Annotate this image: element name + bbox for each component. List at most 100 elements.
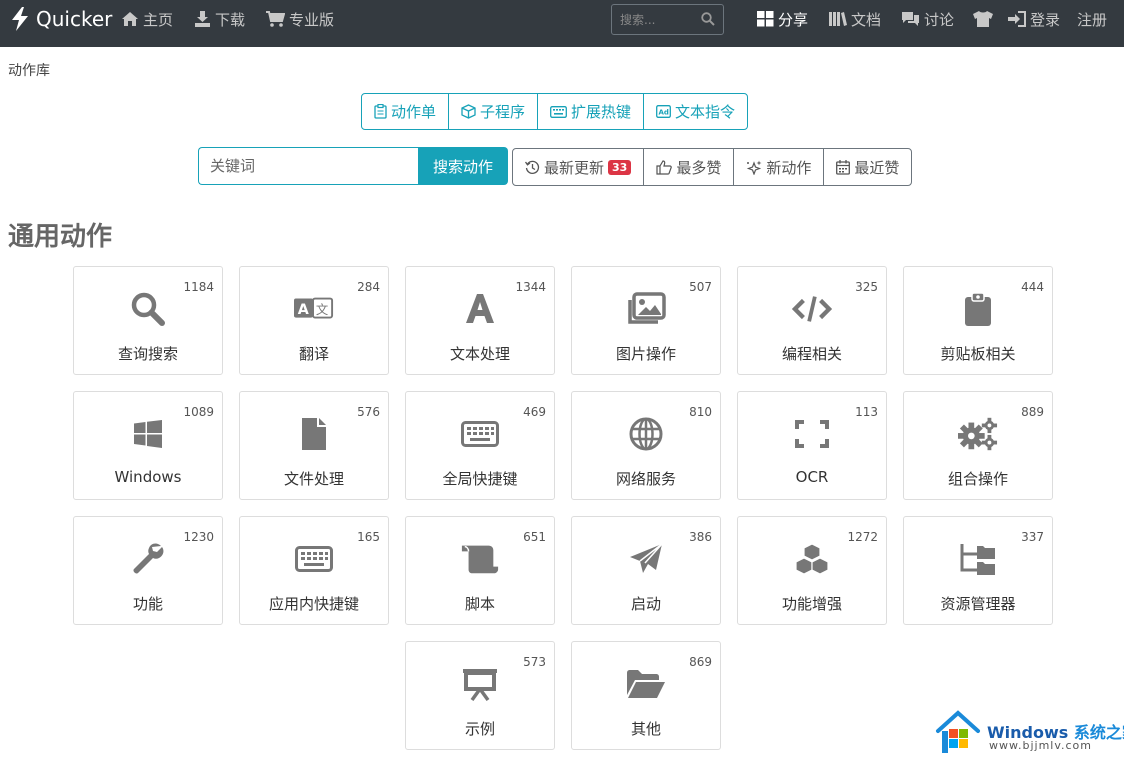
category-card[interactable]: 284 A文 翻译 bbox=[239, 266, 389, 375]
category-card[interactable]: 165 应用内快捷键 bbox=[239, 516, 389, 625]
category-label: 编程相关 bbox=[781, 345, 842, 363]
globe-icon bbox=[626, 414, 666, 454]
nav-search[interactable] bbox=[611, 4, 724, 35]
category-card[interactable]: 576 文件处理 bbox=[239, 391, 389, 500]
house-logo-icon bbox=[936, 710, 980, 753]
category-label: 图片操作 bbox=[615, 345, 676, 363]
category-label: 其他 bbox=[630, 720, 661, 738]
brand[interactable]: Quicker bbox=[10, 0, 112, 38]
tab-text-command[interactable]: Ad 文本指令 bbox=[644, 94, 747, 129]
category-card[interactable]: 1344 文本处理 bbox=[405, 266, 555, 375]
action-count: 113 bbox=[855, 405, 878, 419]
home-icon bbox=[122, 12, 138, 26]
watermark-url: www.bjjmlv.com bbox=[989, 739, 1092, 752]
action-count: 284 bbox=[357, 280, 380, 294]
category-card[interactable]: 507 图片操作 bbox=[571, 266, 721, 375]
folder-tree-icon bbox=[958, 539, 998, 579]
tab-action-list[interactable]: 动作单 bbox=[362, 94, 450, 129]
category-card[interactable]: 113 OCR bbox=[737, 391, 887, 500]
paper-plane-icon bbox=[626, 539, 666, 579]
filter-most-liked[interactable]: 最多赞 bbox=[644, 149, 735, 185]
filter-latest[interactable]: 最新更新 33 bbox=[513, 149, 645, 185]
category-label: 组合操作 bbox=[947, 470, 1008, 488]
action-count: 576 bbox=[357, 405, 380, 419]
nav-download[interactable]: 下载 bbox=[194, 0, 245, 38]
category-label: 网络服务 bbox=[615, 470, 676, 488]
category-label: 资源管理器 bbox=[940, 595, 1016, 613]
keyword-field[interactable] bbox=[198, 147, 418, 185]
download-icon bbox=[195, 11, 210, 27]
keyboard-icon bbox=[294, 539, 334, 579]
category-card[interactable]: 889 组合操作 bbox=[903, 391, 1053, 500]
keyword-input[interactable] bbox=[199, 148, 418, 184]
search-actions-button[interactable]: 搜索动作 bbox=[418, 147, 508, 185]
category-label: 脚本 bbox=[464, 595, 495, 613]
category-label: 翻译 bbox=[298, 345, 329, 363]
action-count: 165 bbox=[357, 530, 380, 544]
nav-tshirt[interactable] bbox=[973, 0, 997, 38]
svg-text:Ad: Ad bbox=[659, 109, 669, 117]
nav-search-input[interactable] bbox=[612, 5, 702, 34]
tshirt-icon bbox=[973, 11, 993, 27]
brand-name: Quicker bbox=[36, 7, 113, 31]
action-count: 444 bbox=[1021, 280, 1044, 294]
category-card[interactable]: 810 网络服务 bbox=[571, 391, 721, 500]
category-card[interactable]: 444 剪贴板相关 bbox=[903, 266, 1053, 375]
keyboard-icon bbox=[460, 414, 500, 454]
category-card[interactable]: 573 示例 bbox=[405, 641, 555, 750]
nav-home[interactable]: 主页 bbox=[121, 0, 173, 38]
category-label: 剪贴板相关 bbox=[940, 345, 1016, 363]
nav-share[interactable]: 分享 bbox=[757, 0, 808, 38]
nav-register[interactable]: 注册 bbox=[1077, 0, 1107, 38]
calendar-icon bbox=[836, 159, 851, 175]
category-label: 功能 bbox=[132, 595, 163, 613]
svg-text:文: 文 bbox=[316, 302, 328, 317]
nav-pro[interactable]: 专业版 bbox=[266, 0, 334, 38]
file-icon bbox=[294, 414, 334, 454]
category-label: 功能增强 bbox=[781, 595, 842, 613]
category-card[interactable]: 386 启动 bbox=[571, 516, 721, 625]
grid-icon bbox=[757, 11, 774, 27]
book-icon bbox=[829, 12, 847, 26]
action-count: 325 bbox=[855, 280, 878, 294]
category-card[interactable]: 1184 查询搜索 bbox=[73, 266, 223, 375]
action-count: 469 bbox=[523, 405, 546, 419]
quicker-logo-icon bbox=[12, 7, 28, 31]
sign-in-icon bbox=[1008, 11, 1026, 27]
nav-discuss[interactable]: 讨论 bbox=[901, 0, 954, 38]
category-label: 文本处理 bbox=[449, 345, 510, 363]
category-card[interactable]: 1089 Windows bbox=[73, 391, 223, 500]
type-tab-group: 动作单 子程序 扩展热键 Ad 文本指令 bbox=[361, 93, 749, 130]
sort-filters: 最新更新 33 最多赞 新动作 最近赞 bbox=[512, 148, 913, 186]
category-card[interactable]: 1230 功能 bbox=[73, 516, 223, 625]
folder-open-icon bbox=[626, 664, 666, 704]
category-card[interactable]: 337 资源管理器 bbox=[903, 516, 1053, 625]
category-card[interactable]: 651 脚本 bbox=[405, 516, 555, 625]
filter-recent-liked[interactable]: 最近赞 bbox=[824, 149, 911, 185]
action-count: 810 bbox=[689, 405, 712, 419]
nav-docs[interactable]: 文档 bbox=[829, 0, 881, 38]
search-icon[interactable] bbox=[701, 12, 715, 26]
category-card[interactable]: 1272 功能增强 bbox=[737, 516, 887, 625]
windows-icon bbox=[128, 414, 168, 454]
clipboard-icon bbox=[958, 289, 998, 329]
code-icon bbox=[792, 289, 832, 329]
category-card[interactable]: 325 编程相关 bbox=[737, 266, 887, 375]
category-label: 启动 bbox=[630, 595, 661, 613]
clipboard-icon bbox=[374, 104, 387, 119]
keyboard-icon bbox=[550, 105, 567, 118]
history-icon bbox=[525, 160, 540, 174]
tab-hotkey[interactable]: 扩展热键 bbox=[538, 94, 645, 129]
new-count-badge: 33 bbox=[608, 159, 632, 175]
tab-subprogram[interactable]: 子程序 bbox=[449, 94, 539, 129]
nav-login[interactable]: 登录 bbox=[1008, 0, 1060, 38]
action-count: 1344 bbox=[515, 280, 546, 294]
category-label: Windows bbox=[114, 468, 182, 486]
category-card[interactable]: 469 全局快捷键 bbox=[405, 391, 555, 500]
cube-icon bbox=[461, 104, 476, 119]
filter-new-actions[interactable]: 新动作 bbox=[734, 149, 825, 185]
expand-icon bbox=[792, 414, 832, 454]
watermark: Windows 系统之家 www.bjjmlv.com bbox=[934, 707, 1124, 759]
category-card[interactable]: 869 其他 bbox=[571, 641, 721, 750]
category-label: 示例 bbox=[464, 720, 495, 738]
